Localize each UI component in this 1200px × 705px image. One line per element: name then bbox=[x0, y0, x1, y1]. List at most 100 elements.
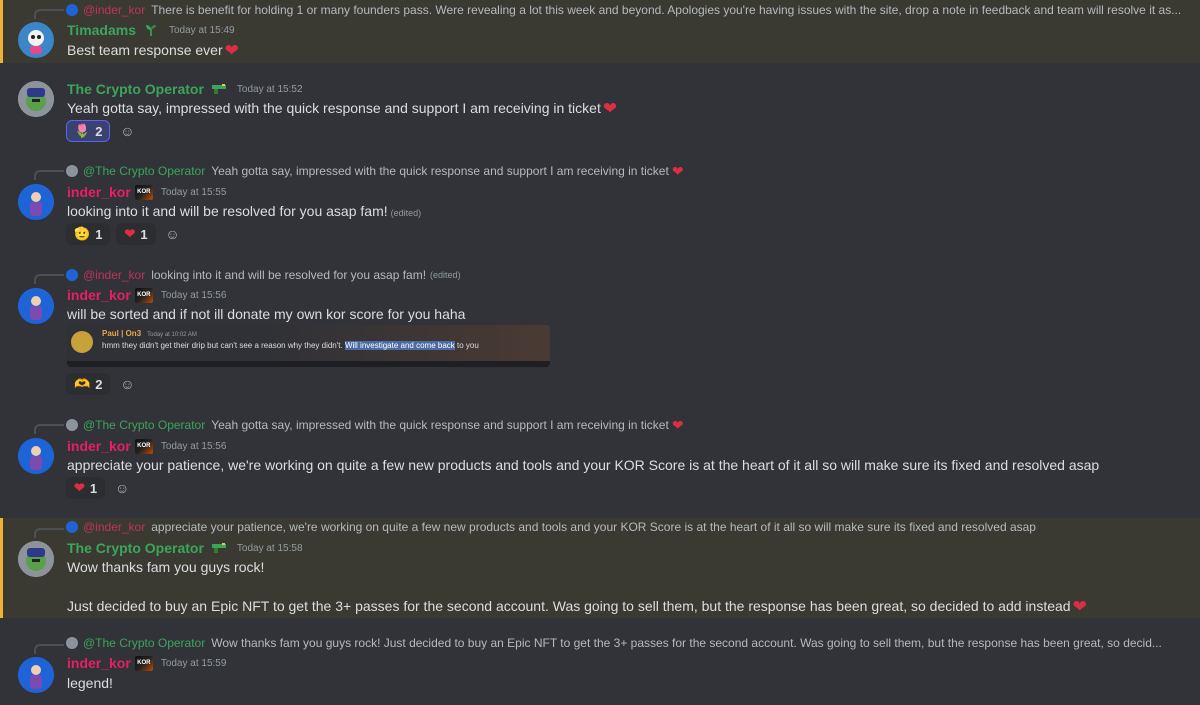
reply-spine bbox=[34, 170, 64, 180]
reaction-bar: 🌷 2 ☺ bbox=[66, 120, 138, 142]
sprout-icon bbox=[141, 22, 161, 38]
reply-preview[interactable]: @The Crypto Operator Yeah gotta say, imp… bbox=[66, 163, 684, 179]
embedded-text-end: to you bbox=[454, 341, 479, 350]
timestamp[interactable]: Today at 15:56 bbox=[161, 290, 227, 301]
timestamp[interactable]: Today at 15:55 bbox=[161, 187, 227, 198]
avatar[interactable] bbox=[18, 22, 54, 58]
reaction-count: 2 bbox=[95, 123, 103, 139]
username[interactable]: inder_kor bbox=[67, 438, 131, 454]
avatar[interactable] bbox=[18, 657, 54, 693]
avatar[interactable] bbox=[18, 541, 54, 577]
timestamp[interactable]: Today at 15:58 bbox=[237, 543, 303, 554]
embedded-author: Paul | On3 bbox=[102, 329, 142, 338]
reply-author[interactable]: @inder_kor bbox=[83, 268, 145, 282]
kor-badge-icon: KOR bbox=[134, 655, 153, 671]
username[interactable]: inder_kor bbox=[67, 287, 131, 303]
reply-author[interactable]: @The Crypto Operator bbox=[83, 164, 205, 178]
message-inder-kor-3: @The Crypto Operator Yeah gotta say, imp… bbox=[0, 414, 1200, 510]
reply-text: Wow thanks fam you guys rock! Just decid… bbox=[211, 636, 1162, 650]
red-heart-icon: ❤ bbox=[1072, 597, 1087, 616]
reply-avatar bbox=[66, 521, 78, 533]
reply-spine bbox=[34, 424, 64, 434]
reply-spine bbox=[34, 9, 64, 19]
embedded-text-highlight: Will investigate and come back bbox=[344, 341, 455, 350]
avatar[interactable] bbox=[18, 81, 54, 117]
embedded-avatar bbox=[71, 331, 93, 353]
reply-text: There is benefit for holding 1 or many f… bbox=[151, 3, 1182, 17]
message-text: legend! bbox=[67, 675, 113, 691]
add-reaction-button[interactable]: ☺ bbox=[111, 477, 133, 499]
red-heart-icon: ❤ bbox=[671, 163, 684, 179]
reaction-count: 2 bbox=[95, 376, 103, 392]
screenshot-attachment[interactable]: Paul | On3 Today at 10:02 AM hmm they did… bbox=[67, 325, 550, 367]
image-bottom-bar bbox=[67, 361, 550, 367]
message-text: Yeah gotta say, impressed with the quick… bbox=[67, 100, 601, 116]
reply-preview[interactable]: @inder_kor There is benefit for holding … bbox=[66, 2, 1181, 18]
message-crypto-operator-2: @inder_kor appreciate your patience, we'… bbox=[0, 518, 1200, 618]
username[interactable]: inder_kor bbox=[67, 184, 131, 200]
gun-icon bbox=[209, 81, 229, 97]
reply-author[interactable]: @The Crypto Operator bbox=[83, 418, 205, 432]
message-inder-kor-4: @The Crypto Operator Wow thanks fam you … bbox=[0, 634, 1200, 705]
kor-badge-icon: KOR bbox=[134, 438, 153, 454]
reply-preview[interactable]: @inder_kor appreciate your patience, we'… bbox=[66, 519, 1036, 535]
reply-avatar bbox=[66, 165, 78, 177]
reply-author[interactable]: @inder_kor bbox=[83, 520, 145, 534]
username[interactable]: The Crypto Operator bbox=[67, 81, 204, 97]
heart-icon: ❤ bbox=[124, 226, 136, 241]
reply-preview[interactable]: @The Crypto Operator Wow thanks fam you … bbox=[66, 635, 1162, 651]
reaction-tulip[interactable]: 🌷 2 bbox=[66, 120, 111, 142]
reply-text: appreciate your patience, we're working … bbox=[151, 520, 1036, 534]
reply-author[interactable]: @The Crypto Operator bbox=[83, 636, 205, 650]
heart-icon: ❤ bbox=[74, 480, 85, 495]
message-text: Best team response ever bbox=[67, 42, 223, 58]
timestamp[interactable]: Today at 15:59 bbox=[161, 658, 227, 669]
add-reaction-button[interactable]: ☺ bbox=[116, 120, 138, 142]
timestamp[interactable]: Today at 15:49 bbox=[169, 25, 235, 36]
reaction-heart[interactable]: ❤ 1 bbox=[116, 223, 156, 245]
message-text: will be sorted and if not ill donate my … bbox=[67, 306, 466, 322]
kor-badge-icon: KOR bbox=[134, 287, 153, 303]
add-reaction-button[interactable]: ☺ bbox=[116, 373, 138, 395]
embedded-timestamp: Today at 10:02 AM bbox=[147, 332, 197, 338]
reaction-bar: ❤ 1 ☺ bbox=[66, 477, 133, 499]
reaction-heart-hands[interactable]: 🫶 2 bbox=[66, 373, 111, 395]
gun-icon bbox=[209, 540, 229, 556]
embedded-header: Paul | On3 Today at 10:02 AM bbox=[102, 329, 197, 338]
avatar[interactable] bbox=[18, 288, 54, 324]
reply-spine bbox=[34, 528, 64, 538]
message-text-2: Just decided to buy an Epic NFT to get t… bbox=[67, 598, 1071, 614]
reply-author[interactable]: @inder_kor bbox=[83, 3, 145, 17]
username[interactable]: inder_kor bbox=[67, 655, 131, 671]
avatar[interactable] bbox=[18, 184, 54, 220]
reply-preview[interactable]: @inder_kor looking into it and will be r… bbox=[66, 267, 461, 283]
username[interactable]: The Crypto Operator bbox=[67, 540, 204, 556]
salute-icon: 🫡 bbox=[74, 226, 91, 241]
username[interactable]: Timadams bbox=[67, 22, 136, 38]
tulip-icon: 🌷 bbox=[74, 123, 91, 138]
add-reaction-button[interactable]: ☺ bbox=[162, 223, 184, 245]
timestamp[interactable]: Today at 15:56 bbox=[161, 441, 227, 452]
kor-badge-icon: KOR bbox=[134, 184, 153, 200]
reaction-heart[interactable]: ❤ 1 bbox=[66, 477, 106, 499]
reaction-salute[interactable]: 🫡 1 bbox=[66, 223, 111, 245]
message-crypto-operator-1: The Crypto Operator Today at 15:52 Yeah … bbox=[0, 63, 1200, 145]
timestamp[interactable]: Today at 15:52 bbox=[237, 84, 303, 95]
message-inder-kor-1: @The Crypto Operator Yeah gotta say, imp… bbox=[0, 160, 1200, 255]
heart-hands-icon: 🫶 bbox=[74, 376, 91, 391]
message-text: looking into it and will be resolved for… bbox=[67, 203, 388, 219]
reply-text: Yeah gotta say, impressed with the quick… bbox=[211, 164, 669, 178]
reply-avatar bbox=[66, 637, 78, 649]
reaction-bar: 🫶 2 ☺ bbox=[66, 373, 138, 395]
reply-preview[interactable]: @The Crypto Operator Yeah gotta say, imp… bbox=[66, 417, 684, 433]
avatar[interactable] bbox=[18, 438, 54, 474]
reply-text: looking into it and will be resolved for… bbox=[151, 268, 427, 282]
reply-text: Yeah gotta say, impressed with the quick… bbox=[211, 418, 669, 432]
red-heart-icon: ❤ bbox=[602, 99, 618, 118]
reaction-count: 1 bbox=[89, 480, 98, 496]
reaction-bar: 🫡 1 ❤ 1 ☺ bbox=[66, 223, 184, 245]
reply-spine bbox=[34, 644, 64, 654]
edited-label: (edited) bbox=[390, 208, 422, 218]
edited-label: (edited) bbox=[430, 270, 461, 280]
embedded-text: hmm they didn't get their drip but can't… bbox=[102, 341, 479, 350]
